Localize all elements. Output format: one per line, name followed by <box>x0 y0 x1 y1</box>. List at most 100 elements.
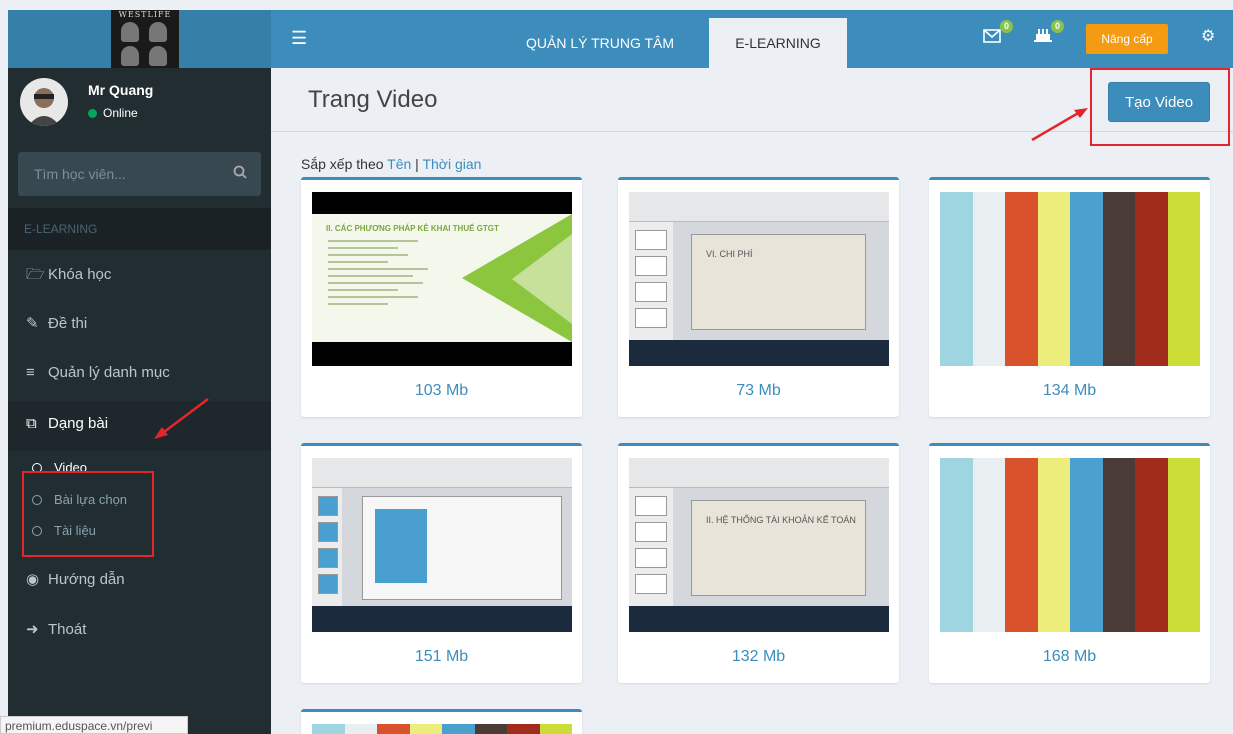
sidebar-item-label: Đề thi <box>48 315 88 332</box>
video-card[interactable] <box>301 709 582 734</box>
slide-text-line <box>328 303 388 305</box>
video-thumbnail-color-bars[interactable] <box>312 724 572 734</box>
mail-badge: 0 <box>1000 20 1013 33</box>
ppt-toolbar <box>629 192 889 222</box>
sidebar-item-dang-bai[interactable]: ⧉ Dạng bài <box>8 401 271 451</box>
search-icon[interactable] <box>218 152 261 196</box>
highlight-box <box>1090 68 1230 146</box>
slide-preview: II. CÁC PHƯƠNG PHÁP KÊ KHAI THUẾ GTGT <box>312 214 572 342</box>
mail-icon[interactable]: 0 <box>983 20 1013 48</box>
video-card[interactable]: II. CÁC PHƯƠNG PHÁP KÊ KHAI THUẾ GTGT 10… <box>301 177 582 417</box>
ppt-toolbar <box>629 458 889 488</box>
ppt-slide: II. HỆ THỐNG TÀI KHOẢN KẾ TOÁN <box>691 500 866 596</box>
slide-text-line <box>328 261 388 263</box>
slide-title: II. HỆ THỐNG TÀI KHOẢN KẾ TOÁN <box>706 515 856 525</box>
page-title: Trang Video <box>308 86 438 113</box>
powerpoint-preview: II. HỆ THỐNG TÀI KHOẢN KẾ TOÁN <box>629 458 889 632</box>
sidebar-item-quan-ly-danh-muc[interactable]: ≡ Quản lý danh mục <box>8 350 271 400</box>
sort-by-time-link[interactable]: Thời gian <box>422 156 481 172</box>
top-navbar: ☰ QUẢN LÝ TRUNG TÂM E-LEARNING 0 0 Nâng … <box>271 10 1233 68</box>
sidebar-item-label: Hướng dẫn <box>48 571 125 588</box>
annotation-arrow-icon <box>154 398 209 439</box>
sort-options: Sắp xếp theo Tên | Thời gian <box>301 156 481 172</box>
video-thumbnail[interactable]: II. HỆ THỐNG TÀI KHOẢN KẾ TOÁN <box>629 458 889 632</box>
hamburger-menu-icon[interactable]: ☰ <box>291 28 307 49</box>
slide-title: VI. CHI PHÍ <box>706 249 753 259</box>
video-card[interactable]: 134 Mb <box>929 177 1210 417</box>
sidebar-item-label: Dạng bài <box>48 415 109 432</box>
video-thumbnail[interactable]: II. CÁC PHƯƠNG PHÁP KÊ KHAI THUẾ GTGT <box>312 192 572 366</box>
slide-text-line <box>328 275 413 277</box>
user-name: Mr Quang <box>88 82 154 98</box>
user-status-text: Online <box>103 106 138 120</box>
sidebar-item-khoa-hoc[interactable]: 🗁 Khóa học <box>8 250 271 300</box>
ppt-toolbar <box>312 458 572 488</box>
slide-text-line <box>328 282 423 284</box>
sidebar-item-de-thi[interactable]: ✎ Đề thi <box>8 300 271 350</box>
taskbar <box>629 606 889 632</box>
video-thumbnail-color-bars[interactable] <box>940 458 1200 632</box>
video-thumbnail-color-bars[interactable] <box>940 192 1200 366</box>
sort-label: Sắp xếp theo <box>301 156 384 172</box>
sidebar-item-label: Quản lý danh mục <box>48 364 170 381</box>
taskbar <box>312 606 572 632</box>
notification-icon[interactable]: 0 <box>1034 20 1064 48</box>
powerpoint-preview: VI. CHI PHÍ <box>629 192 889 366</box>
video-size: 73 Mb <box>736 382 781 399</box>
sort-by-name-link[interactable]: Tên <box>387 156 411 172</box>
folder-open-icon: 🗁 <box>26 266 45 283</box>
video-card[interactable]: 151 Mb <box>301 443 582 683</box>
sidebar-item-thoat[interactable]: ➜ Thoát <box>8 606 271 656</box>
app: WESTLIFE ☰ QUẢN LÝ TRUNG TÂM E-LEARNING … <box>0 0 1233 734</box>
video-size: 132 Mb <box>731 648 786 665</box>
avatar <box>20 78 68 126</box>
slide-text-line <box>328 254 408 256</box>
tab-e-learning[interactable]: E-LEARNING <box>709 18 847 68</box>
video-thumbnail[interactable] <box>312 458 572 632</box>
slide-text-line <box>328 247 398 249</box>
highlight-box <box>22 471 154 557</box>
logo-image: WESTLIFE <box>111 10 179 68</box>
sidebar-item-label: Khóa học <box>48 266 112 283</box>
tab-quan-ly-trung-tam[interactable]: QUẢN LÝ TRUNG TÂM <box>526 35 674 51</box>
life-ring-icon: ◉ <box>26 571 40 588</box>
logo-text: WESTLIFE <box>118 10 172 19</box>
ppt-slide: VI. CHI PHÍ <box>691 234 866 330</box>
sort-separator: | <box>415 156 419 172</box>
video-card[interactable]: VI. CHI PHÍ 73 Mb <box>618 177 899 417</box>
clone-icon: ⧉ <box>26 415 37 432</box>
user-panel: Mr Quang Online <box>20 76 260 134</box>
slide-text-line <box>328 240 418 242</box>
powerpoint-preview <box>312 458 572 632</box>
list-icon: ≡ <box>26 364 35 381</box>
ppt-slide-list <box>629 488 673 606</box>
sign-out-icon: ➜ <box>26 621 39 638</box>
slide-text-line <box>328 268 428 270</box>
slide-text-line <box>328 289 398 291</box>
taskbar <box>629 340 889 366</box>
video-size: 151 Mb <box>414 648 469 665</box>
slide-decoration <box>512 234 572 324</box>
video-size: 134 Mb <box>1042 382 1097 399</box>
ppt-slide <box>362 496 562 600</box>
video-size: 168 Mb <box>1042 648 1097 665</box>
video-card[interactable]: II. HỆ THỐNG TÀI KHOẢN KẾ TOÁN 132 Mb <box>618 443 899 683</box>
sidebar-item-label: Thoát <box>48 621 87 638</box>
sidebar-section-header: E-LEARNING <box>8 208 271 250</box>
slide-title: II. CÁC PHƯƠNG PHÁP KÊ KHAI THUẾ GTGT <box>326 224 499 233</box>
sidebar-item-huong-dan[interactable]: ◉ Hướng dẫn <box>8 556 271 606</box>
search-input[interactable] <box>18 152 218 196</box>
browser-status-url: premium.eduspace.vn/previ <box>0 716 188 734</box>
slide-text-line <box>328 296 418 298</box>
ppt-slide-list <box>629 222 673 340</box>
logo[interactable]: WESTLIFE <box>8 10 271 68</box>
video-card[interactable]: 168 Mb <box>929 443 1210 683</box>
video-thumbnail[interactable]: VI. CHI PHÍ <box>629 192 889 366</box>
annotation-arrow-icon <box>1031 108 1088 142</box>
user-status: Online <box>88 106 138 120</box>
search-box <box>18 152 261 196</box>
upgrade-button[interactable]: Nâng cấp <box>1086 24 1168 54</box>
settings-gear-icon[interactable]: ⚙ <box>1201 26 1215 46</box>
slide-blue-box <box>375 509 427 583</box>
video-size: 103 Mb <box>414 382 469 399</box>
